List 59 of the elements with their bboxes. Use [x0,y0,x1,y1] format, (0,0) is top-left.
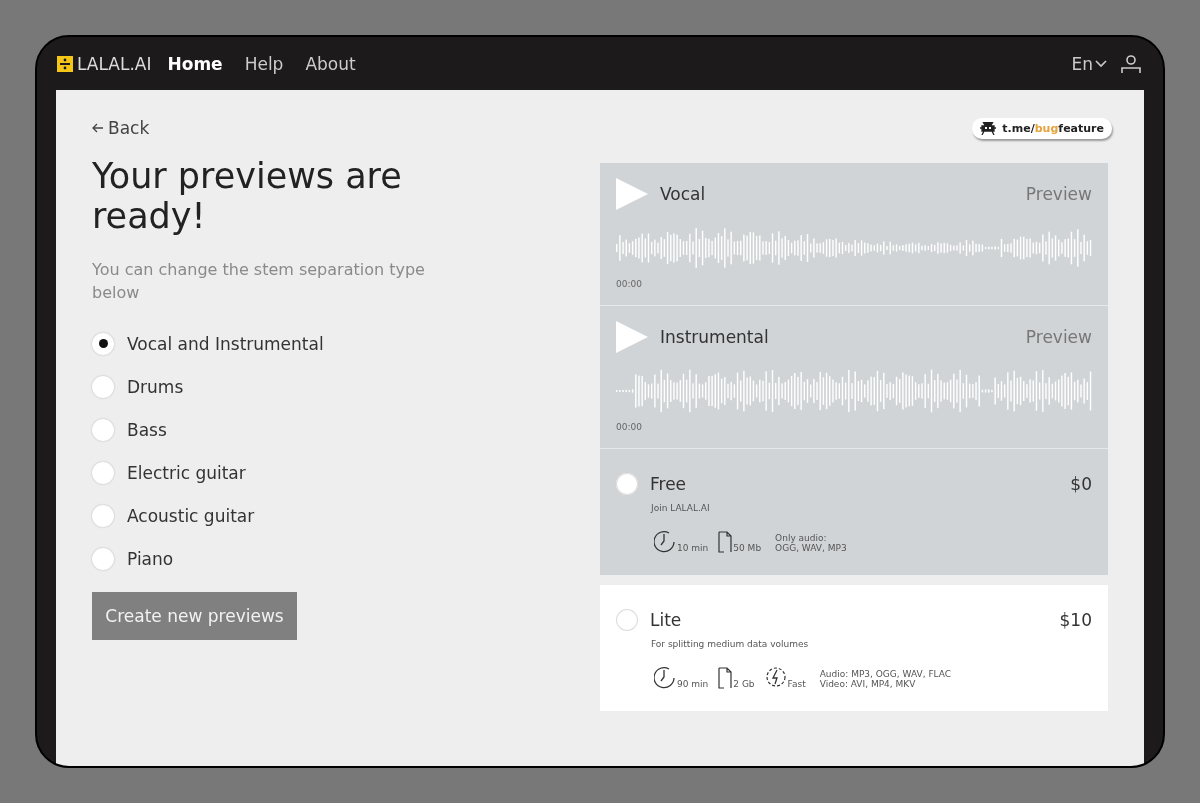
plan-description: Join LALAL.AI [651,503,711,513]
logo-icon [57,55,73,72]
telegram-link-badge[interactable]: t.me/bugfeature [972,118,1112,139]
track-name: Vocal [660,184,707,204]
plan-description: For splitting medium data volumes [651,639,810,649]
radio-label[interactable]: Electric guitar [127,462,246,483]
feature-label: Fast [787,679,806,689]
feature-label: 10 min [677,543,709,553]
radio-button[interactable] [92,504,114,527]
plan-name: Free [650,474,688,494]
plan-card[interactable]: Lite $10 For splitting medium data volumes 90 min 2 Gb Fast Audio: MP3, OGG, WAV, FLAC Video: AVI, MP4, MKV [600,585,1108,711]
radio-button[interactable] [92,547,114,570]
back-label: Back [108,118,150,138]
language-selector[interactable]: En [1071,53,1107,74]
feature-label: 2 Gb [733,679,755,689]
chevron-down-icon [1095,59,1107,68]
radio-label[interactable]: Drums [127,376,184,397]
track-name: Instrumental [660,327,770,347]
arrow-left-icon [92,123,104,133]
format-text: Audio: MP3, OGG, WAV, FLAC [819,669,952,679]
feature-label: 50 Mb [733,543,762,553]
radio-button[interactable] [92,418,114,441]
clock-icon [654,529,676,553]
plan-card[interactable]: Free $0 Join LALAL.AI 10 min 50 Mb Only audio: OGG, WAV, MP3 [600,449,1108,575]
radio-button[interactable] [92,461,114,484]
nav-link[interactable]: Home [167,53,223,74]
radio-button[interactable] [92,375,114,398]
radio-label[interactable]: Vocal and Instrumental [127,333,324,354]
plan-price: $10 [1059,610,1092,630]
radio-button[interactable] [616,473,638,495]
nav-link[interactable]: About [305,53,356,74]
plan-price: $0 [1070,474,1092,494]
track-time: 00:00 [616,422,643,432]
play-icon[interactable] [616,178,648,210]
radio-button[interactable] [92,332,114,355]
clock-icon [654,665,676,689]
back-link[interactable]: Back [92,118,540,138]
play-icon[interactable] [616,321,648,353]
user-icon[interactable] [1121,53,1141,74]
file-icon [718,531,733,553]
radio-button[interactable] [616,609,638,631]
radio-label[interactable]: Bass [127,419,167,440]
file-icon [718,667,733,689]
track-time: 00:00 [616,279,643,289]
brand-name: LALAL.AI [77,53,152,74]
feature-label: 90 min [677,679,709,689]
radio-label[interactable]: Acoustic guitar [127,505,255,526]
bug-icon [980,122,997,135]
badge-text: t.me/bugfeature [1002,122,1104,135]
nav-link[interactable]: Help [244,53,284,74]
format-text: Only audio: [775,533,828,543]
subtitle: You can change the stem separation type below [92,259,426,304]
radio-label[interactable]: Piano [127,548,174,569]
plan-name: Lite [650,610,683,630]
lightning-icon [764,665,787,689]
format-text: OGG, WAV, MP3 [775,543,847,553]
create-previews-button[interactable]: Create new previews [92,592,297,640]
format-text: Video: AVI, MP4, MKV [819,679,917,689]
page-title: Your previews are ready! [92,156,403,236]
